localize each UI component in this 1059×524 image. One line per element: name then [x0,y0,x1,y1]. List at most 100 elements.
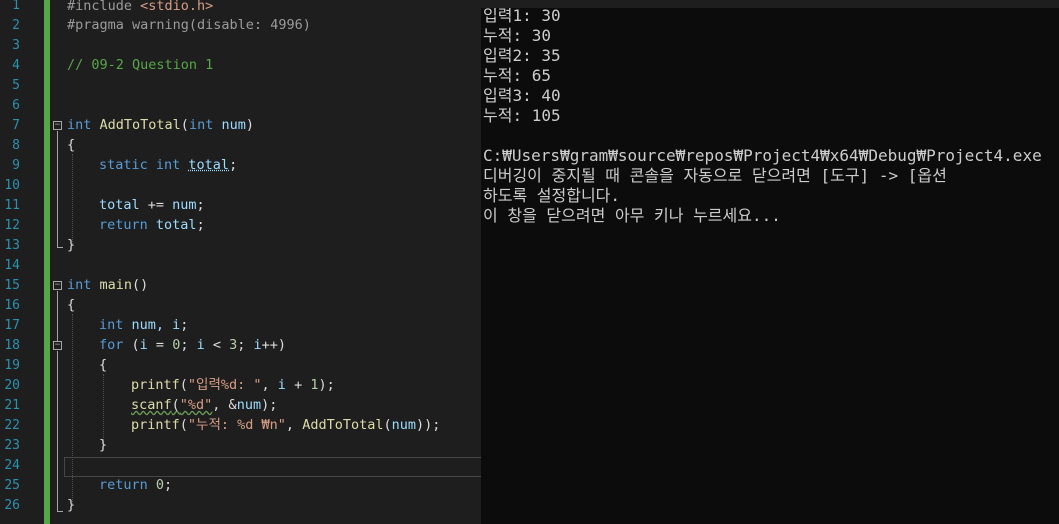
function-call: printf [131,377,180,393]
debug-console-window[interactable]: 입력1: 30 누적: 30 입력2: 35 누적: 65 입력3: 40 누적: 105… [481,8,1059,524]
code-line-12[interactable]: return total; [99,215,205,235]
keyword: static int [99,157,181,173]
code-line-11[interactable]: total += num; [99,195,205,215]
punctuation: ; [196,197,205,213]
line-number: 16 [4,298,20,313]
code-line-25[interactable]: return 0; [99,475,172,495]
code-editor[interactable]: 1 2 3 4 5 6 7 8 9 10 11 12 13 14 15 16 17 18 19 20 21 22 23 24 2… [0,0,481,524]
code-line-18[interactable]: for (i = 0; i < 3; i++) [99,335,286,355]
code-line-19[interactable]: { [99,355,107,375]
collapse-toggle-icon[interactable]: − [53,281,62,290]
keyword: return [99,477,148,493]
console-output-line: 입력1: 30 [483,8,561,25]
parameter: num [213,117,246,133]
variable: total [99,197,140,213]
code-line-17[interactable]: int num, i; [99,315,188,335]
code-line-26[interactable]: } [67,495,75,515]
variable: num, i [123,317,181,333]
line-number: 7 [12,118,20,133]
code-line-22[interactable]: printf("누적: %d ₩n", AddToTotal(num)); [131,415,440,435]
function-call: AddToTotal [302,417,384,433]
code-line-4[interactable]: // 09-2 Question 1 [67,55,213,75]
current-line-highlight [64,457,481,477]
variable: i [139,337,148,353]
keyword: int [188,117,214,133]
line-number: 15 [4,278,20,293]
punctuation: ) [245,117,254,133]
punctuation: ; [196,217,205,233]
fold-guide [57,351,58,511]
keyword: int [67,117,92,133]
punctuation: ; [229,157,238,173]
code-line-8[interactable]: { [67,135,75,155]
line-number: 24 [4,458,20,473]
collapse-toggle-icon[interactable]: − [53,341,62,350]
function-call: printf [131,417,180,433]
console-output-line: 입력2: 35 [483,46,561,65]
line-number: 22 [4,418,20,433]
punctuation: ( [123,337,140,353]
indent-guide [72,154,73,244]
punctuation: , & [212,397,237,413]
code-line-21[interactable]: scanf("%d", &num); [131,395,277,415]
console-output-line: 입력3: 40 [483,86,561,105]
console-output-line: 누적: 105 [483,106,561,125]
change-tracking-bar [44,0,50,524]
punctuation: ( [179,417,188,433]
indent-guide [103,374,104,444]
variable: i [253,337,262,353]
variable: total [155,217,197,233]
line-number: 1 [12,0,20,13]
code-line-2[interactable]: #pragma warning(disable: 4996) [67,15,311,35]
code-line-20[interactable]: printf("입력%d: ", i + 1); [131,375,335,395]
function-name: main [91,277,133,293]
console-output-line: 하도록 설정합니다. [483,186,621,205]
number-literal: 0 [147,477,165,493]
line-number: 11 [4,198,20,213]
console-output-line: 이 창을 닫으려면 아무 키나 누르세요... [483,206,781,225]
punctuation: ; [180,337,197,353]
collapse-toggle-icon[interactable]: − [53,121,62,130]
line-number: 2 [12,18,20,33]
punctuation: ; [180,317,189,333]
preprocessor-token: #include [67,0,141,14]
operator: = [147,337,173,353]
line-number: 17 [4,318,20,333]
function-name: AddToTotal [91,117,181,133]
punctuation: ); [261,397,278,413]
brace: { [99,357,108,373]
operator: += [139,197,173,213]
line-number: 9 [12,158,20,173]
fold-guide [57,291,58,347]
brace: } [67,237,76,253]
line-number: 25 [4,478,20,493]
code-line-9[interactable]: static int total; [99,155,237,175]
code-line-16[interactable]: { [67,295,75,315]
code-line-7[interactable]: int AddToTotal(int num) [67,115,254,135]
code-line-15[interactable]: int main() [67,275,148,295]
punctuation: ( [383,417,392,433]
variable: total [188,157,230,173]
punctuation: , [261,377,278,393]
punctuation: ( [180,117,189,133]
line-number: 13 [4,238,20,253]
console-output-line: 누적: 30 [483,26,551,45]
punctuation: ( [171,397,180,413]
operator: < [204,337,230,353]
console-output-line: 디버깅이 중지될 때 콘솔을 자동으로 닫으려면 [도구] -> [옵션 [483,166,947,185]
line-number: 4 [12,58,20,73]
code-line-1[interactable]: #include <stdio.h> [67,0,213,16]
code-line-13[interactable]: } [67,235,75,255]
code-line-23[interactable]: } [99,435,107,455]
console-title-area [481,0,1059,8]
keyword: int [99,317,124,333]
brace: { [67,297,76,313]
operator: + [285,377,311,393]
keyword: int [67,277,92,293]
preprocessor-token: #pragma warning(disable: 4996) [67,17,311,33]
line-number: 23 [4,438,20,453]
punctuation: , [285,417,303,433]
punctuation: () [132,277,149,293]
fold-guide-end [57,247,63,248]
punctuation: ( [179,377,188,393]
